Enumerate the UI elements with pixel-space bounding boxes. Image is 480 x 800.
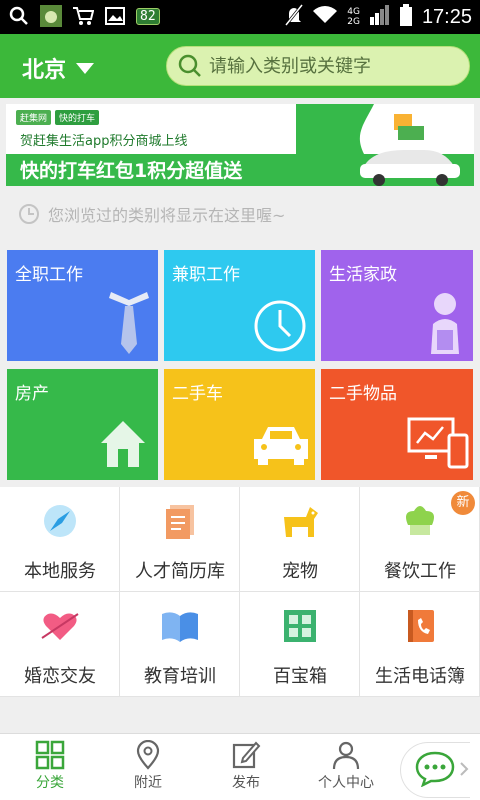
house-icon xyxy=(101,421,145,467)
promo-banner[interactable]: 赶集网 快的打车 贺赶集生活app积分商城上线 快的打车红包1积分超值送 xyxy=(6,104,474,186)
banner-title: 快的打车红包1积分超值送 xyxy=(20,160,243,182)
grid-item-resume-bank[interactable]: 人才简历库 xyxy=(120,487,240,592)
tile-used-car[interactable]: 二手车 xyxy=(164,369,315,480)
location-pin-icon xyxy=(136,740,160,770)
grid-item-dating[interactable]: 婚恋交友 xyxy=(0,592,120,697)
nav-label: 个人中心 xyxy=(318,775,374,791)
nav-label: 附近 xyxy=(134,775,162,791)
top-header: 北京 xyxy=(0,34,480,98)
tie-icon xyxy=(109,292,149,354)
grid-item-label: 百宝箱 xyxy=(273,666,327,687)
mute-icon xyxy=(285,4,304,30)
nav-profile[interactable]: 个人中心 xyxy=(298,740,394,792)
banner-subtitle: 贺赶集生活app积分商城上线 xyxy=(20,134,188,149)
chat-button[interactable] xyxy=(400,742,470,798)
person-icon xyxy=(332,741,360,770)
computer-icon xyxy=(407,417,469,469)
nav-label: 发布 xyxy=(232,775,260,791)
ganji-logo: 赶集网 xyxy=(16,110,52,125)
chat-bubble-icon xyxy=(415,751,455,787)
grid-item-local-service[interactable]: 本地服务 xyxy=(0,487,120,592)
edit-icon xyxy=(232,741,261,769)
banner-white-area: 赶集网 快的打车 贺赶集生活app积分商城上线 xyxy=(6,104,296,154)
nav-label: 分类 xyxy=(36,775,64,791)
chef-hat-icon xyxy=(406,506,434,535)
battery-icon xyxy=(399,4,412,30)
status-time: 17:25 xyxy=(421,5,472,28)
grid-item-label: 生活电话簿 xyxy=(375,666,465,687)
new-badge: 新 xyxy=(451,491,475,515)
dog-icon xyxy=(284,507,318,537)
tile-second-hand[interactable]: 二手物品 xyxy=(321,369,473,480)
cart-icon xyxy=(72,5,94,27)
nav-nearby[interactable]: 附近 xyxy=(100,740,196,792)
browse-history-hint: 您浏览过的类别将显示在这里喔~ xyxy=(0,194,480,234)
tile-housekeeping[interactable]: 生活家政 xyxy=(321,250,473,361)
grid-item-label: 本地服务 xyxy=(24,561,96,582)
tile-parttime-job[interactable]: 兼职工作 xyxy=(164,250,315,361)
grid-item-label: 人才简历库 xyxy=(135,561,225,582)
image-icon xyxy=(104,5,126,27)
grid-item-education[interactable]: 教育培训 xyxy=(120,592,240,697)
city-selector[interactable]: 北京 xyxy=(22,52,95,84)
grid-item-label: 教育培训 xyxy=(144,666,216,687)
search-icon xyxy=(8,5,30,27)
status-bar: 82 4G 2G 17:25 xyxy=(0,0,480,34)
category-grid-icon xyxy=(35,740,65,770)
grid-item-label: 宠物 xyxy=(282,561,318,582)
history-hint-text: 您浏览过的类别将显示在这里喔~ xyxy=(48,206,286,225)
resume-icon xyxy=(166,505,194,539)
clock-icon xyxy=(19,204,39,224)
tile-label: 二手车 xyxy=(172,384,223,404)
chevron-right-icon xyxy=(460,762,469,776)
clock-icon xyxy=(254,300,306,352)
service-grid: 本地服务 人才简历库 宠物 餐饮工作 新 婚恋交友 教育培训 百宝箱 生活电话簿 xyxy=(0,487,480,697)
grid-item-label: 餐饮工作 xyxy=(384,561,456,582)
tile-fulltime-job[interactable]: 全职工作 xyxy=(7,250,158,361)
taxi-gift-illustration xyxy=(294,104,474,186)
dropdown-arrow-icon xyxy=(76,62,95,74)
tile-label: 生活家政 xyxy=(329,265,397,285)
grid-item-label: 婚恋交友 xyxy=(24,666,96,687)
compass-icon xyxy=(44,505,76,537)
phonebook-icon xyxy=(408,610,434,642)
tile-label: 全职工作 xyxy=(15,265,83,285)
grid-item-toolbox[interactable]: 百宝箱 xyxy=(240,592,360,697)
housekeeper-icon xyxy=(431,293,459,354)
app-notification-icon xyxy=(40,5,62,27)
tile-label: 兼职工作 xyxy=(172,265,240,285)
search-icon xyxy=(178,54,201,77)
nav-category[interactable]: 分类 xyxy=(2,740,98,792)
grid-item-pets[interactable]: 宠物 xyxy=(240,487,360,592)
grid-item-catering-jobs[interactable]: 餐饮工作 新 xyxy=(360,487,480,592)
battery-percent-badge: 82 xyxy=(136,7,160,25)
city-label: 北京 xyxy=(22,58,67,83)
network-type: 4G 2G xyxy=(347,7,360,27)
signal-icon xyxy=(369,5,390,29)
nav-publish[interactable]: 发布 xyxy=(198,740,294,792)
tile-real-estate[interactable]: 房产 xyxy=(7,369,158,480)
search-input[interactable] xyxy=(209,55,459,77)
heart-arrow-icon xyxy=(41,613,79,640)
status-left-icons: 82 xyxy=(8,5,160,27)
car-icon xyxy=(254,427,308,465)
grid-item-phonebook[interactable]: 生活电话簿 xyxy=(360,592,480,697)
wifi-icon xyxy=(313,6,338,28)
toolbox-icon xyxy=(284,610,316,642)
kuaidi-logo: 快的打车 xyxy=(55,110,100,125)
tile-label: 二手物品 xyxy=(329,384,397,404)
search-bar[interactable] xyxy=(166,46,470,86)
status-right-icons: 4G 2G 17:25 xyxy=(285,4,472,30)
banner-brand-logos: 赶集网 快的打车 xyxy=(16,110,100,125)
book-icon xyxy=(162,612,198,642)
tile-label: 房产 xyxy=(15,384,49,404)
